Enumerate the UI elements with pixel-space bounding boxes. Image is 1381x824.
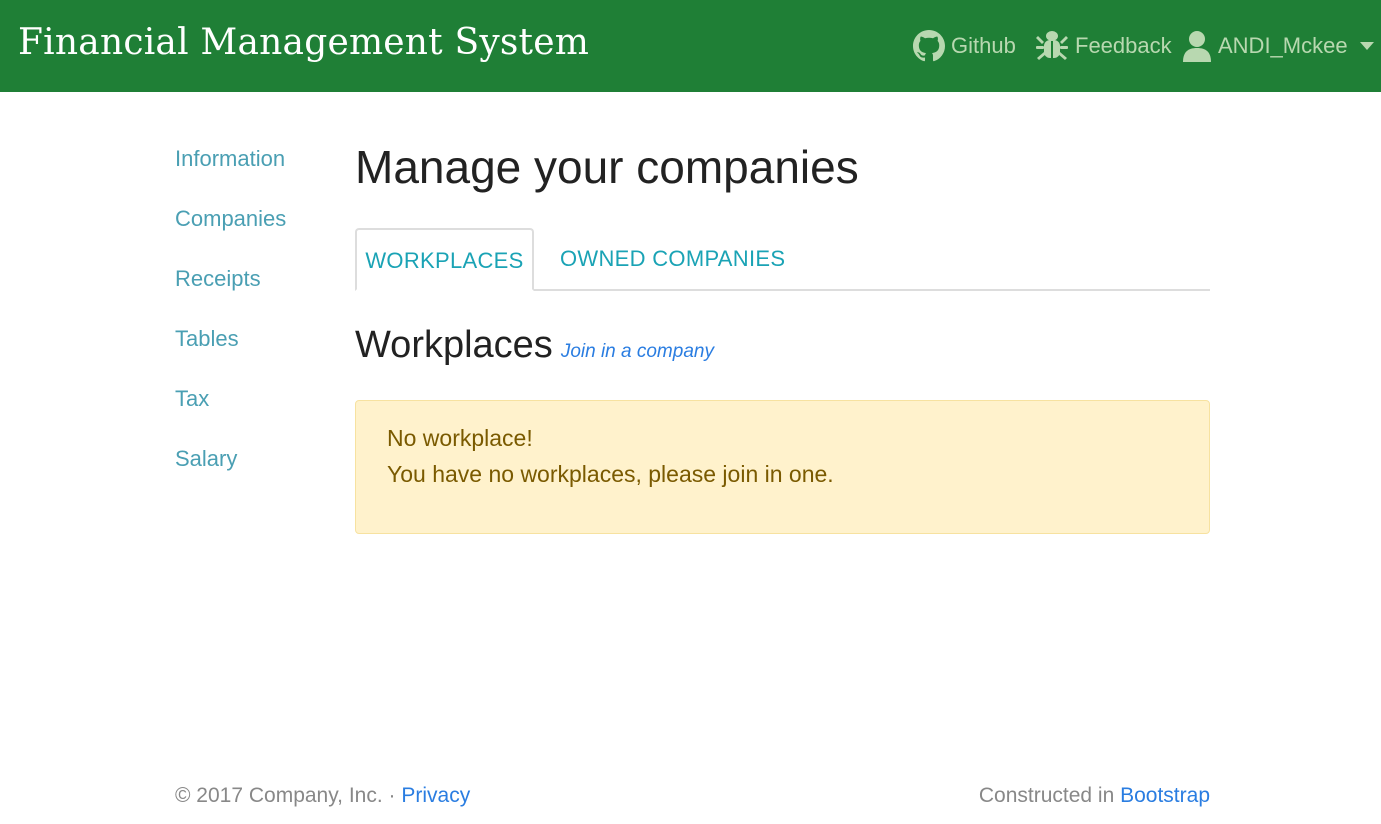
footer-right: Constructed in Bootstrap [979, 784, 1210, 808]
brand-title[interactable]: Financial Management System [18, 22, 589, 63]
github-icon [913, 30, 945, 62]
workplaces-header: Workplaces Join in a company [355, 324, 714, 372]
sidebar-item-tables[interactable]: Tables [175, 320, 286, 380]
company-tabs: WORKPLACES OWNED COMPANIES [355, 228, 1210, 291]
tab-workplaces[interactable]: WORKPLACES [355, 228, 534, 291]
no-workplace-alert: No workplace! You have no workplaces, pl… [355, 400, 1210, 534]
user-menu[interactable]: ANDI_Mckee [1182, 24, 1374, 68]
alert-message: You have no workplaces, please join in o… [387, 461, 834, 487]
top-navbar: Financial Management System Github Feedb… [0, 0, 1381, 92]
sidebar-item-receipts[interactable]: Receipts [175, 260, 286, 320]
sidebar-item-companies[interactable]: Companies [175, 200, 286, 260]
sidebar-item-salary[interactable]: Salary [175, 440, 286, 500]
tab-owned-companies[interactable]: OWNED COMPANIES [560, 228, 785, 291]
copyright-text: © 2017 Company, Inc. · [175, 784, 402, 807]
section-title: Workplaces [355, 324, 553, 366]
caret-down-icon [1359, 42, 1374, 50]
user-name: ANDI_Mckee [1218, 33, 1348, 58]
bootstrap-link[interactable]: Bootstrap [1120, 784, 1210, 807]
user-icon [1182, 30, 1212, 62]
bug-icon [1035, 30, 1069, 62]
privacy-link[interactable]: Privacy [401, 784, 470, 807]
sidebar-item-tax[interactable]: Tax [175, 380, 286, 440]
feedback-label: Feedback [1075, 33, 1172, 58]
sidebar-item-information[interactable]: Information [175, 140, 286, 200]
main-content: Manage your companies WORKPLACES OWNED C… [355, 138, 1210, 534]
alert-title: No workplace! [387, 425, 533, 451]
github-label: Github [951, 33, 1016, 58]
feedback-link[interactable]: Feedback [1035, 24, 1172, 68]
join-company-link[interactable]: Join in a company [561, 341, 714, 363]
footer-left: © 2017 Company, Inc. · Privacy [175, 784, 470, 808]
github-link[interactable]: Github [913, 24, 1016, 68]
sidebar: Information Companies Receipts Tables Ta… [175, 140, 286, 500]
page-title: Manage your companies [355, 141, 859, 193]
constructed-text: Constructed in [978, 784, 1121, 807]
